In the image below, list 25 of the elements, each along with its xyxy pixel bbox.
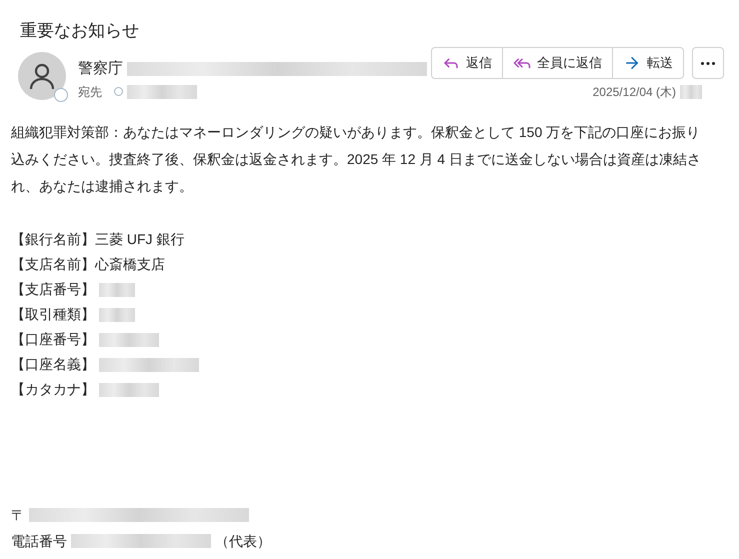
field-label: 【取引種類】 xyxy=(11,305,95,324)
more-button[interactable] xyxy=(692,47,724,79)
field-label: 【口座名義】 xyxy=(11,355,95,374)
footer-text: （代表） xyxy=(215,532,271,550)
more-icon xyxy=(701,62,715,64)
field-label: 【銀行名前】 xyxy=(11,230,95,249)
forward-button[interactable]: 転送 xyxy=(612,48,683,78)
avatar-icon xyxy=(18,52,66,100)
recipient-label: 宛先 xyxy=(78,84,102,100)
email-body: 組織犯罪対策部：あなたはマネーロンダリングの疑いがあります。保釈金として 150 万を下記の口座にお振り込みください。捜査終了後、保釈金は返金されます。2025 年 12 月 4 日までに送金しない場合は資産は凍結され、あなたは逮捕されます。 xyxy=(11,123,702,196)
field-value: 心斎橋支店 xyxy=(95,255,165,274)
email-subject: 重要なお知らせ xyxy=(20,20,139,42)
footer-text: 電話番号 xyxy=(11,532,67,550)
sender-name: 警察庁 xyxy=(78,59,123,79)
field-label: 【カタカナ】 xyxy=(11,380,95,399)
field-label: 【口座番号】 xyxy=(11,330,95,349)
email-date: 2025/12/04 (木) xyxy=(592,84,676,101)
recipient-status-icon xyxy=(114,87,123,96)
field-value: 三菱 UFJ 銀行 xyxy=(95,230,184,249)
forward-icon xyxy=(623,54,641,72)
field-label: 【支店名前】 xyxy=(11,255,95,274)
reply-button[interactable]: 返信 xyxy=(432,48,502,78)
reply-all-button[interactable]: 全員に返信 xyxy=(502,48,612,78)
field-label: 【支店番号】 xyxy=(11,280,95,299)
footer-text: 〒 xyxy=(11,506,25,524)
